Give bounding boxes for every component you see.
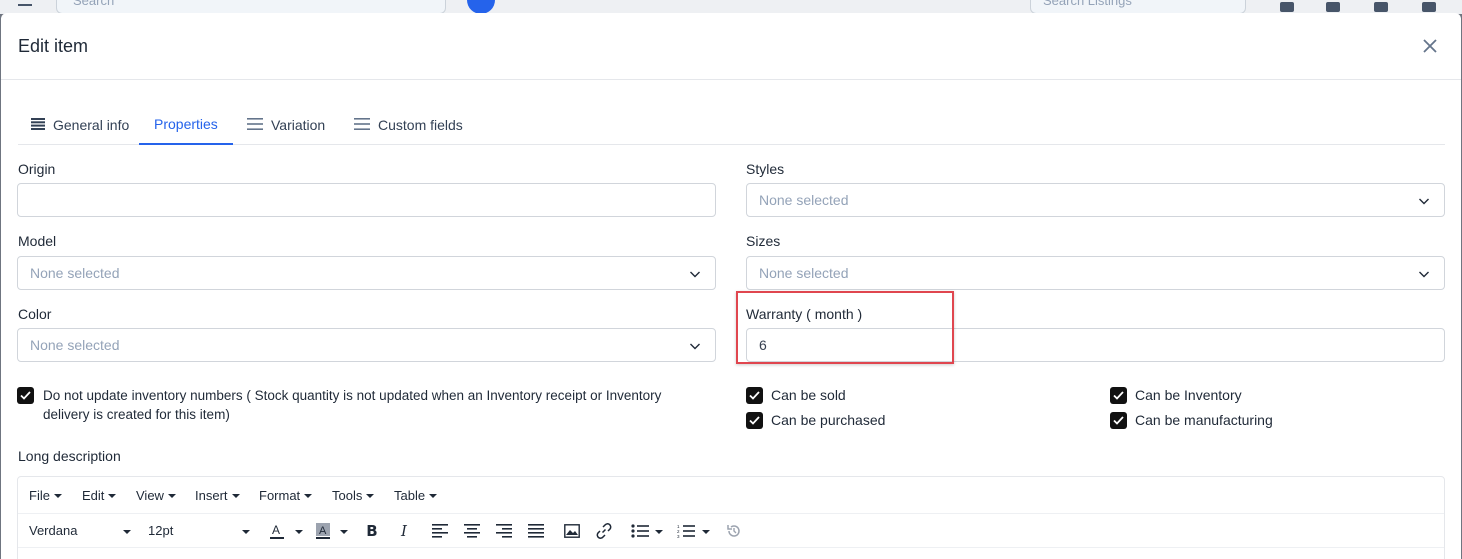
long-description-label: Long description	[18, 448, 121, 464]
no-update-inventory-label-line2: delivery is created for this item)	[43, 407, 230, 422]
history-icon[interactable]	[725, 522, 743, 540]
bullet-list-icon[interactable]	[631, 522, 649, 540]
background-add-icon	[467, 0, 495, 14]
svg-text:A: A	[272, 523, 280, 537]
styles-label: Styles	[746, 161, 785, 177]
model-label: Model	[18, 233, 57, 249]
can-be-sold-label: Can be sold	[771, 387, 846, 403]
svg-text:A: A	[319, 525, 327, 537]
menu-file[interactable]: File	[29, 488, 62, 503]
can-be-sold-checkbox[interactable]	[746, 387, 763, 404]
menu-edit[interactable]: Edit	[82, 488, 116, 503]
align-left-icon[interactable]	[431, 522, 449, 540]
modal-title: Edit item	[18, 36, 89, 56]
caret-down-icon	[702, 530, 710, 534]
background-search: Search	[56, 0, 446, 14]
caret-down-icon	[295, 530, 303, 534]
align-right-icon[interactable]	[495, 522, 513, 540]
editor-toolbar: Verdana 12pt A A B I 1 2 3	[18, 514, 1444, 548]
color-select[interactable]: None selected	[17, 328, 716, 362]
tab-bar: General info Properties Variation Custom…	[18, 105, 1445, 145]
background-grid-icon	[1280, 2, 1294, 12]
can-be-manufacturing-checkbox[interactable]	[1110, 412, 1127, 429]
align-center-icon[interactable]	[463, 522, 481, 540]
menu-view[interactable]: View	[136, 488, 176, 503]
background-history-icon	[1326, 2, 1340, 12]
background-search-placeholder: Search	[73, 0, 115, 8]
link-icon[interactable]	[595, 522, 613, 540]
origin-input[interactable]	[17, 183, 716, 217]
menu-table[interactable]: Table	[394, 488, 437, 503]
numbered-list-icon[interactable]: 123	[677, 522, 695, 540]
check-icon	[1113, 391, 1124, 400]
image-icon[interactable]	[563, 522, 581, 540]
check-icon	[1113, 416, 1124, 425]
background-header: Search Search Listings	[0, 0, 1462, 14]
menu-icon	[354, 117, 370, 133]
origin-label: Origin	[18, 161, 56, 177]
tab-general-info-label: General info	[53, 117, 130, 133]
model-select-value: None selected	[30, 265, 120, 281]
tab-properties[interactable]: Properties	[139, 105, 233, 145]
menu-tools[interactable]: Tools	[332, 488, 374, 503]
color-label: Color	[18, 306, 52, 322]
no-update-inventory-label-line1: Do not update inventory numbers ( Stock …	[43, 388, 662, 403]
bold-icon[interactable]: B	[363, 522, 381, 540]
model-select[interactable]: None selected	[17, 256, 716, 290]
color-select-value: None selected	[30, 337, 120, 353]
tab-variation-label: Variation	[271, 117, 326, 133]
tab-variation[interactable]: Variation	[247, 105, 325, 145]
font-size-select[interactable]: 12pt	[148, 523, 173, 538]
tab-general-info[interactable]: General info	[31, 105, 129, 145]
can-be-inventory-label: Can be Inventory	[1135, 387, 1242, 403]
menu-icon	[247, 117, 263, 133]
text-color-icon[interactable]: A	[268, 522, 286, 540]
warranty-label: Warranty ( month )	[746, 306, 863, 322]
menu-insert[interactable]: Insert	[195, 488, 240, 503]
styles-select-value: None selected	[759, 192, 849, 208]
warranty-input[interactable]: 6	[746, 328, 1445, 362]
editor-menubar: File Edit View Insert Format Tools Table	[18, 477, 1444, 514]
can-be-manufacturing-label: Can be manufacturing	[1135, 412, 1273, 428]
chevron-down-icon	[690, 271, 700, 278]
caret-down-icon	[242, 530, 250, 534]
menu-format[interactable]: Format	[259, 488, 312, 503]
chevron-down-icon	[1419, 271, 1429, 278]
svg-text:3: 3	[677, 534, 680, 538]
modal-header: Edit item	[1, 13, 1461, 80]
sizes-select-value: None selected	[759, 265, 849, 281]
tab-custom-fields[interactable]: Custom fields	[354, 105, 463, 145]
check-icon	[749, 416, 760, 425]
background-search-listings-placeholder: Search Listings	[1043, 0, 1132, 8]
can-be-purchased-checkbox[interactable]	[746, 412, 763, 429]
list-icon	[31, 117, 45, 133]
can-be-inventory-checkbox[interactable]	[1110, 387, 1127, 404]
tab-custom-fields-label: Custom fields	[378, 117, 463, 133]
chevron-down-icon	[1419, 198, 1429, 205]
caret-down-icon	[340, 530, 348, 534]
background-share-icon	[1422, 2, 1436, 12]
background-apps-icon	[1374, 2, 1388, 12]
italic-icon[interactable]: I	[395, 522, 413, 540]
sizes-select[interactable]: None selected	[746, 256, 1445, 290]
close-icon[interactable]	[1421, 37, 1439, 55]
align-justify-icon[interactable]	[527, 522, 545, 540]
can-be-purchased-label: Can be purchased	[771, 412, 886, 428]
sizes-label: Sizes	[746, 233, 781, 249]
font-family-select[interactable]: Verdana	[29, 523, 77, 538]
check-icon	[20, 391, 31, 400]
styles-select[interactable]: None selected	[746, 183, 1445, 217]
no-update-inventory-checkbox[interactable]	[17, 387, 34, 404]
no-update-inventory-label: Do not update inventory numbers ( Stock …	[43, 386, 661, 424]
highlight-color-icon[interactable]: A	[314, 522, 332, 540]
rich-text-editor: File Edit View Insert Format Tools Table…	[17, 476, 1445, 559]
caret-down-icon	[123, 530, 131, 534]
hamburger-icon	[18, 4, 32, 6]
check-icon	[749, 391, 760, 400]
tab-properties-label: Properties	[154, 116, 218, 132]
background-search-listings: Search Listings	[1030, 0, 1246, 14]
caret-down-icon	[655, 530, 663, 534]
chevron-down-icon	[690, 343, 700, 350]
